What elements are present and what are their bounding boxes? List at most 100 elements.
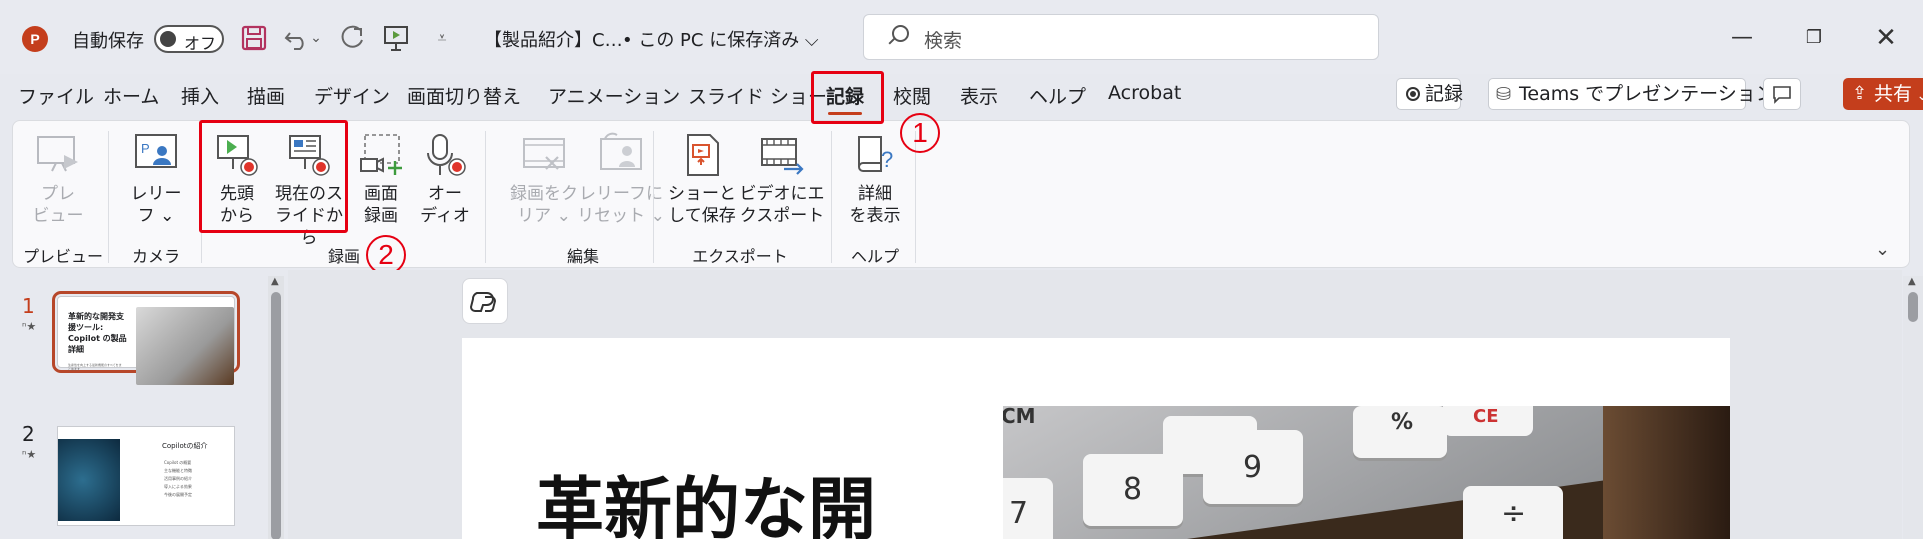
group-help: ヘルプ xyxy=(850,247,899,266)
reset-to-cameo-button[interactable]: レリーフに リセット ⌄ xyxy=(571,131,671,227)
slide-2-number: 2 xyxy=(22,422,35,446)
autosave-toggle[interactable]: オフ xyxy=(154,25,224,53)
tab-help[interactable]: ヘルプ xyxy=(1029,82,1086,109)
thumb-2-title: Copilotの紹介 xyxy=(162,442,208,450)
show-details-label: 詳細 を表示 xyxy=(849,184,901,226)
close-icon[interactable]: ✕ xyxy=(1866,20,1906,56)
microphone-icon xyxy=(421,131,469,179)
customize-qat-icon[interactable]: ⩡ xyxy=(426,22,458,54)
audio-recording-button[interactable]: オー ディオ xyxy=(417,131,473,227)
share-button[interactable]: ⇪ 共有 ⌄ xyxy=(1843,78,1923,110)
search-icon xyxy=(886,25,909,47)
separator xyxy=(108,131,109,263)
thumb-1-subtitle: 生産性を向上する最新機能のすべてをまとめます xyxy=(68,363,122,371)
undo-dropdown-icon[interactable]: ⌄ xyxy=(308,22,324,54)
cameo-icon: P xyxy=(132,131,180,179)
document-name[interactable]: 【製品紹介】C… xyxy=(484,26,623,52)
slide-1-number: 1 xyxy=(22,294,35,318)
slide-thumbnail-1[interactable]: 革新的な開発支援ツール: Copilot の製品詳細 生産性を向上する最新機能の… xyxy=(52,291,240,385)
tab-review[interactable]: 校閲 xyxy=(893,82,931,109)
teams-present-label: Teams でプレゼンテーション xyxy=(1519,83,1775,105)
preview-label: プレ ビュー xyxy=(32,184,84,226)
key-8: 8 xyxy=(1123,472,1143,507)
reset-to-cameo-icon xyxy=(597,131,645,179)
animation-star-icon: ⁿ★ xyxy=(22,448,37,461)
title-bar: P 自動保存 オフ ⌄ ⩡ 【製品紹介】C… • この PC に保存済み ⌵ 検… xyxy=(0,0,1923,74)
save-state[interactable]: • この PC に保存済み ⌵ xyxy=(622,26,819,52)
group-camera: カメラ xyxy=(131,247,180,266)
tab-transitions[interactable]: 画面切り替え xyxy=(407,82,521,109)
save-as-show-icon xyxy=(678,131,726,179)
highlight-record-buttons xyxy=(199,120,348,233)
slide-thumbnail-2[interactable]: Copilotの紹介 Copilot の概要 主な機能と特徴 活用事例の紹介 導入によ… xyxy=(57,426,235,526)
svg-text:P: P xyxy=(141,141,150,156)
comments-icon[interactable] xyxy=(1763,78,1801,110)
slide-title[interactable]: 革新的な開 xyxy=(536,454,876,539)
save-as-show-label: ショーと して保存 xyxy=(668,184,736,226)
share-label: 共有 xyxy=(1874,83,1913,105)
audio-recording-label: オー ディオ xyxy=(420,184,470,226)
thumb-1-keyboard-image xyxy=(136,307,234,385)
screen-recording-button[interactable]: 画面 録画 xyxy=(353,131,409,227)
record-icon xyxy=(1406,87,1420,101)
redo-icon[interactable] xyxy=(336,22,368,54)
reset-to-cameo-label: レリーフに リセット ⌄ xyxy=(577,184,665,226)
tab-animations[interactable]: アニメーション xyxy=(548,82,680,109)
copilot-button[interactable] xyxy=(462,278,508,324)
collapse-ribbon-icon[interactable]: ⌄ xyxy=(1875,239,1890,260)
screen-recording-icon xyxy=(357,131,405,179)
group-preview: プレビュー xyxy=(23,247,104,266)
annotation-number-1: 1 xyxy=(900,113,940,153)
slide-scrollbar[interactable]: ▲ xyxy=(1903,276,1923,539)
minimize-icon[interactable]: — xyxy=(1722,20,1762,56)
preview-icon xyxy=(34,131,82,179)
annotation-number-2: 2 xyxy=(366,235,406,275)
autosave-label: 自動保存 xyxy=(72,31,144,52)
key-divide: ÷ xyxy=(1501,496,1527,531)
scrollbar-thumb[interactable] xyxy=(271,292,281,539)
group-record: 録画 xyxy=(327,247,360,266)
save-icon[interactable] xyxy=(238,22,270,54)
tab-home[interactable]: ホーム xyxy=(103,82,159,109)
share-icon: ⇪ xyxy=(1852,83,1868,104)
slide-scrollbar-thumb[interactable] xyxy=(1908,292,1918,322)
toggle-knob xyxy=(160,31,176,47)
preview-button[interactable]: プレ ビュー xyxy=(27,131,89,227)
teams-icon: ⛁ xyxy=(1496,84,1512,105)
restore-icon[interactable]: ❐ xyxy=(1794,20,1834,56)
animation-star-icon: ⁿ★ xyxy=(22,320,37,333)
start-slideshow-icon[interactable] xyxy=(380,22,412,54)
keyboard-photo: CM % CE 8 9 7 ÷ xyxy=(1003,406,1730,539)
highlight-record-tab xyxy=(811,71,884,124)
thumbnail-scrollbar[interactable]: ▲ xyxy=(268,276,284,539)
group-export: エクスポート xyxy=(692,247,788,266)
tab-file[interactable]: ファイル xyxy=(18,82,94,109)
tab-view[interactable]: 表示 xyxy=(960,82,998,109)
tab-draw[interactable]: 描画 xyxy=(247,82,285,109)
ribbon-tabs: ファイル ホーム 挿入 描画 デザイン 画面切り替え アニメーション スライド … xyxy=(0,74,1923,118)
key-cm: CM xyxy=(1003,406,1036,428)
show-details-button[interactable]: ? 詳細 を表示 xyxy=(843,131,907,227)
export-video-icon xyxy=(758,131,806,179)
export-video-button[interactable]: ビデオにエ クスポート xyxy=(739,131,825,227)
key-7: 7 xyxy=(1009,496,1029,531)
tab-design[interactable]: デザイン xyxy=(314,82,390,109)
teams-present-button[interactable]: ⛁ Teams でプレゼンテーション xyxy=(1488,78,1775,110)
slide-thumbnail-panel: 1 ⁿ★ 革新的な開発支援ツール: Copilot の製品詳細 生産性を向上する… xyxy=(0,270,285,539)
separator xyxy=(485,131,486,263)
svg-text:?: ? xyxy=(881,147,893,172)
cameo-label: レリー フ ⌄ xyxy=(130,184,182,226)
tab-insert[interactable]: 挿入 xyxy=(181,82,219,109)
cameo-button[interactable]: P レリー フ ⌄ xyxy=(121,131,191,227)
search-box[interactable]: 検索 xyxy=(863,14,1379,60)
key-ce: CE xyxy=(1473,406,1499,427)
powerpoint-logo-icon: P xyxy=(22,26,48,52)
key-9: 9 xyxy=(1243,450,1263,485)
separator xyxy=(653,131,654,263)
tab-acrobat[interactable]: Acrobat xyxy=(1108,82,1181,104)
save-as-show-button[interactable]: ショーと して保存 xyxy=(663,131,741,227)
tab-slideshow[interactable]: スライド ショー xyxy=(688,82,827,109)
record-button[interactable]: 記録 xyxy=(1396,78,1463,110)
search-placeholder: 検索 xyxy=(924,30,963,52)
thumb-2-image xyxy=(58,439,120,521)
